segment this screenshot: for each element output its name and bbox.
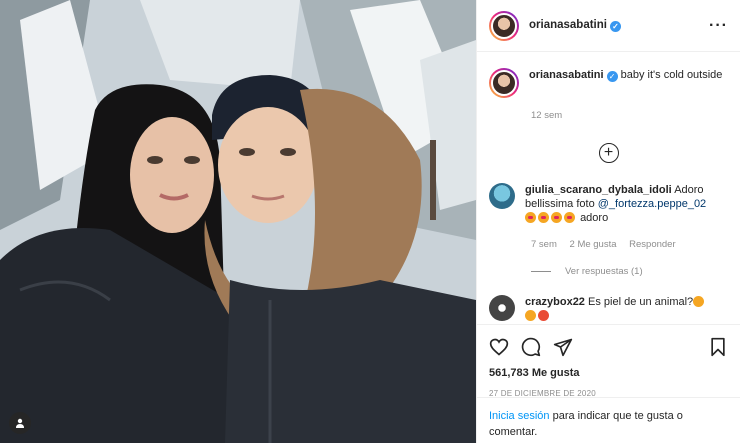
plus-circle-icon: +	[603, 144, 614, 161]
reply-button[interactable]: Responder	[629, 239, 675, 250]
comment-icon[interactable]	[521, 337, 541, 357]
commenter-avatar[interactable]	[489, 295, 515, 321]
person-icon	[16, 418, 24, 428]
caption: orianasabatini ✓ baby it's cold outside	[489, 68, 728, 98]
bookmark-icon[interactable]	[708, 337, 728, 357]
comment-text-block: giulia_scarano_dybala_idoli Adoro bellis…	[525, 183, 728, 225]
comment-text-block: crazybox22 Es piel de un animal?	[525, 295, 706, 323]
load-more-comments-button[interactable]: +	[598, 143, 619, 163]
thinking-emoji	[693, 296, 705, 307]
comment-time[interactable]: 7 sem	[531, 239, 557, 250]
comment-item: crazybox22 Es piel de un animal?	[489, 295, 728, 323]
comment-mention-link[interactable]: @_fortezza.peppe_02	[598, 198, 706, 210]
comment-username[interactable]: giulia_scarano_dybala_idoli	[525, 184, 672, 196]
post-details-panel: orianasabatini ✓ ··· orianasabatini ✓ baby…	[476, 0, 740, 443]
replies-divider	[531, 271, 551, 272]
user-tag-icon[interactable]	[9, 412, 31, 434]
author-username[interactable]: orianasabatini ✓	[529, 19, 621, 32]
view-replies-label[interactable]: Ver respuestas (1)	[565, 266, 643, 277]
comment-item: giulia_scarano_dybala_idoli Adoro bellis…	[489, 183, 728, 225]
caption-meta: 12 sem	[531, 110, 728, 121]
view-replies-button[interactable]: Ver respuestas (1)	[531, 266, 728, 277]
more-options-icon[interactable]: ···	[709, 17, 728, 35]
caption-time[interactable]: 12 sem	[531, 110, 562, 121]
caption-username[interactable]: orianasabatini	[529, 69, 604, 81]
post-header: orianasabatini ✓ ···	[477, 0, 740, 52]
post-actions: 561,783 Me gusta 27 de diciembre de 2020	[477, 324, 740, 398]
heart-eyes-emoji	[538, 212, 549, 223]
caption-text: baby it's cold outside	[620, 69, 723, 81]
comments-section: orianasabatini ✓ baby it's cold outside 1…	[477, 52, 740, 324]
angry-emoji	[538, 310, 549, 321]
caption-text-block: orianasabatini ✓ baby it's cold outside	[529, 68, 722, 82]
verified-badge-icon: ✓	[606, 71, 618, 82]
comment-meta: 7 sem 2 Me gusta Responder	[531, 239, 728, 250]
paper-plane-icon[interactable]	[553, 337, 573, 357]
login-prompt: Inicia sesión para indicar que te gusta …	[477, 397, 740, 443]
author-username-text[interactable]: orianasabatini	[529, 19, 607, 31]
comment-likes[interactable]: 2 Me gusta	[570, 239, 617, 250]
post-photo[interactable]	[0, 0, 476, 443]
verified-badge-icon: ✓	[609, 21, 621, 32]
heart-icon[interactable]	[489, 337, 509, 357]
couple-selfie-image	[0, 0, 476, 443]
heart-eyes-emoji	[525, 212, 536, 223]
heart-eyes-emoji	[564, 212, 575, 223]
caption-author-avatar[interactable]	[489, 68, 519, 98]
likes-count[interactable]: 561,783 Me gusta	[489, 367, 728, 379]
action-icons	[489, 335, 728, 359]
comment-text: Es piel de un animal?	[588, 296, 694, 308]
comment-username[interactable]: crazybox22	[525, 296, 585, 308]
heart-eyes-emoji	[551, 212, 562, 223]
commenter-avatar[interactable]	[489, 183, 515, 209]
author-avatar[interactable]	[489, 10, 519, 41]
sad-emoji	[525, 310, 536, 321]
login-link[interactable]: Inicia sesión	[489, 410, 550, 422]
comment-text-end: adoro	[580, 212, 609, 224]
